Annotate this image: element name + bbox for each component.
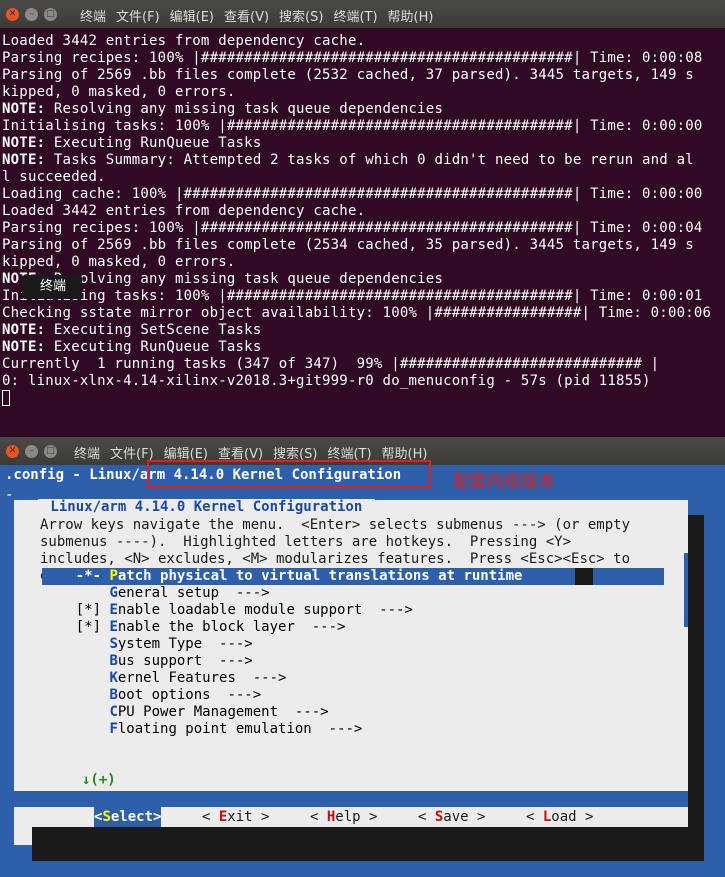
terminal-line: NOTE: Resolving any missing task queue d… xyxy=(2,101,444,117)
hotkey-letter: S xyxy=(109,636,118,652)
terminal-line: Currently 1 running tasks (347 of 347) 9… xyxy=(2,356,660,372)
bottom-shadow xyxy=(32,827,704,861)
terminal-line: Parsing of 2569 .bb files complete (2534… xyxy=(2,237,694,253)
terminal-1-titlebar: ✕ – □ 终端 文件(F) 编辑(E) 查看(V) 搜索(S) 终端(T) 帮助(H) xyxy=(0,0,725,28)
terminal-line: l succeeded. xyxy=(2,169,106,185)
terminal-line: 0: linux-xlnx-4.14-xilinx-v2018.3+git999… xyxy=(2,373,651,389)
terminal-line: NOTE: Executing RunQueue Tasks xyxy=(2,339,262,355)
terminal-line: Parsing recipes: 100% |#################… xyxy=(2,220,703,236)
header-underline: - xyxy=(5,487,14,503)
terminal-line: kipped, 0 masked, 0 errors. xyxy=(2,84,236,100)
dialog-edge xyxy=(684,553,688,627)
note-label: NOTE: xyxy=(2,101,46,117)
menuconfig-screen[interactable]: .config - Linux/arm 4.14.0 Kernel Config… xyxy=(0,460,725,877)
menu-item-1[interactable]: 文件(F) xyxy=(116,6,160,25)
terminal-line: NOTE: Executing RunQueue Tasks xyxy=(2,135,262,151)
menu-item-5[interactable]: 终端(T) xyxy=(333,6,377,25)
hotkey-letter: B xyxy=(109,687,118,703)
menu-item-3[interactable]: 查看(V) xyxy=(224,6,269,25)
terminal-line: Parsing recipes: 100% |#################… xyxy=(2,50,703,66)
hotkey-letter: B xyxy=(109,653,118,669)
hotkey-letter: P xyxy=(109,568,118,584)
menu-entry[interactable]: Boot options ---> xyxy=(42,687,664,704)
minimize-icon[interactable]: – xyxy=(25,445,38,458)
menu-item-6[interactable]: 帮助(H) xyxy=(388,6,434,25)
button-bar: <Select> < Exit > < Help > < Save > < Load > xyxy=(14,807,688,827)
menu-entry[interactable]: -*- Patch physical to virtual translatio… xyxy=(42,568,664,585)
dialog-button[interactable]: < Exit > xyxy=(202,807,269,827)
menu-entry[interactable]: Kernel Features ---> xyxy=(42,670,664,687)
menu-entry[interactable]: [*] Enable the block layer ---> xyxy=(42,619,664,636)
hotkey-letter: F xyxy=(109,721,118,737)
menu-entry[interactable]: System Type ---> xyxy=(42,636,664,653)
close-icon[interactable]: ✕ xyxy=(6,8,19,21)
menu-item-0[interactable]: 终端 xyxy=(74,443,100,462)
menu-entry[interactable]: Bus support ---> xyxy=(42,653,664,670)
dialog-button[interactable]: <Select> xyxy=(94,807,162,827)
list-separator xyxy=(14,791,688,807)
terminal-line: Loaded 3442 entries from dependency cach… xyxy=(2,203,366,219)
more-indicator: ↓(+) xyxy=(82,772,116,788)
terminal-line: Initialising tasks: 100% |##############… xyxy=(2,288,703,304)
hotkey-letter: G xyxy=(109,585,118,601)
hotkey-letter: E xyxy=(109,619,118,635)
menu-entry[interactable]: General setup ---> xyxy=(42,585,664,602)
close-icon[interactable]: ✕ xyxy=(6,445,19,458)
version-annotation: 配套内核版本 xyxy=(453,472,555,492)
hotkey-letter: K xyxy=(109,670,118,686)
tooltip: 终端 xyxy=(22,275,82,299)
terminal-line: NOTE: Executing SetScene Tasks xyxy=(2,322,262,338)
hotkey-letter: E xyxy=(109,602,118,618)
minimize-icon[interactable]: – xyxy=(25,8,38,21)
terminal-line: Loading cache: 100% |###################… xyxy=(2,186,703,202)
highlight-box xyxy=(147,460,431,488)
note-label: NOTE: xyxy=(2,339,46,355)
note-label: NOTE: xyxy=(2,152,46,168)
maximize-icon[interactable]: □ xyxy=(44,445,57,458)
dialog-button[interactable]: < Save > xyxy=(418,807,485,827)
menu-entry[interactable]: CPU Power Management ---> xyxy=(42,704,664,721)
terminal-line: kipped, 0 masked, 0 errors. xyxy=(2,254,236,270)
terminal-1-menubar: 终端 文件(F) 编辑(E) 查看(V) 搜索(S) 终端(T) 帮助(H) xyxy=(80,6,443,25)
note-label: NOTE: xyxy=(2,135,46,151)
dialog-title: Linux/arm 4.14.0 Kernel Configuration xyxy=(38,499,375,515)
terminal-line: Loaded 3442 entries from dependency cach… xyxy=(2,33,366,49)
terminal-line: NOTE: Tasks Summary: Attempted 2 tasks o… xyxy=(2,152,694,168)
menu-item-2[interactable]: 编辑(E) xyxy=(170,6,214,25)
terminal-line: Initialising tasks: 100% |##############… xyxy=(2,118,703,134)
scroll-thumb[interactable] xyxy=(575,568,593,585)
maximize-icon[interactable]: □ xyxy=(44,8,57,21)
hotkey-letter: C xyxy=(109,704,118,720)
dialog-button[interactable]: < Help > xyxy=(310,807,377,827)
menu-item-4[interactable]: 搜索(S) xyxy=(279,6,323,25)
terminal-cursor xyxy=(2,390,10,406)
menu-item-0[interactable]: 终端 xyxy=(80,6,106,25)
menu-entry[interactable]: Floating point emulation ---> xyxy=(42,721,664,738)
terminal-line: Checking sstate mirror object availabili… xyxy=(2,305,712,321)
dialog-button[interactable]: < Load > xyxy=(526,807,593,827)
terminal-line: Parsing of 2569 .bb files complete (2532… xyxy=(2,67,694,83)
terminal-1-output[interactable]: Loaded 3442 entries from dependency cach… xyxy=(0,28,725,437)
note-label: NOTE: xyxy=(2,322,46,338)
menu-entry[interactable]: [*] Enable loadable module support ---> xyxy=(42,602,664,619)
